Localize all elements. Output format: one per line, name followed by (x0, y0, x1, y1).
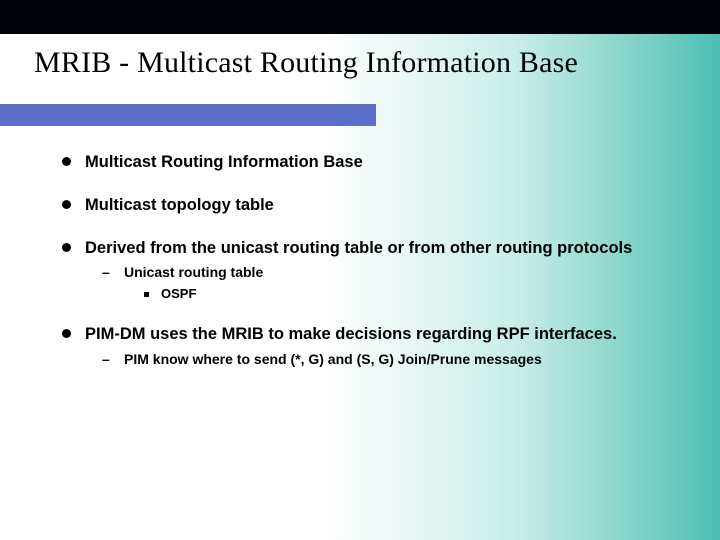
list-subsubitem: OSPF (144, 286, 680, 303)
list-subitem: – Unicast routing table (102, 263, 680, 281)
list-item-text: Derived from the unicast routing table o… (85, 238, 632, 259)
bullet-icon (62, 157, 71, 166)
list-item: PIM-DM uses the MRIB to make decisions r… (62, 324, 680, 345)
list-item-text: PIM-DM uses the MRIB to make decisions r… (85, 324, 617, 345)
dash-icon: – (102, 350, 116, 368)
accent-bar (0, 104, 376, 126)
list-group: PIM-DM uses the MRIB to make decisions r… (62, 324, 680, 367)
list-subitem-text: Unicast routing table (124, 263, 263, 281)
list-item: Multicast Routing Information Base (62, 152, 680, 173)
list-item: Derived from the unicast routing table o… (62, 238, 680, 259)
bullet-icon (62, 243, 71, 252)
slide-body: Multicast Routing Information Base Multi… (62, 152, 680, 390)
list-item-text: Multicast Routing Information Base (85, 152, 363, 173)
bullet-icon (62, 200, 71, 209)
top-black-band (0, 0, 720, 34)
dash-icon: – (102, 263, 116, 281)
list-group: Derived from the unicast routing table o… (62, 238, 680, 302)
square-icon (144, 292, 149, 297)
bullet-icon (62, 329, 71, 338)
list-subitem-text: PIM know where to send (*, G) and (S, G)… (124, 350, 542, 368)
slide-title: MRIB - Multicast Routing Information Bas… (34, 46, 578, 80)
list-subitem: – PIM know where to send (*, G) and (S, … (102, 350, 680, 368)
list-subsubitem-text: OSPF (161, 286, 196, 303)
list-item-text: Multicast topology table (85, 195, 274, 216)
list-item: Multicast topology table (62, 195, 680, 216)
